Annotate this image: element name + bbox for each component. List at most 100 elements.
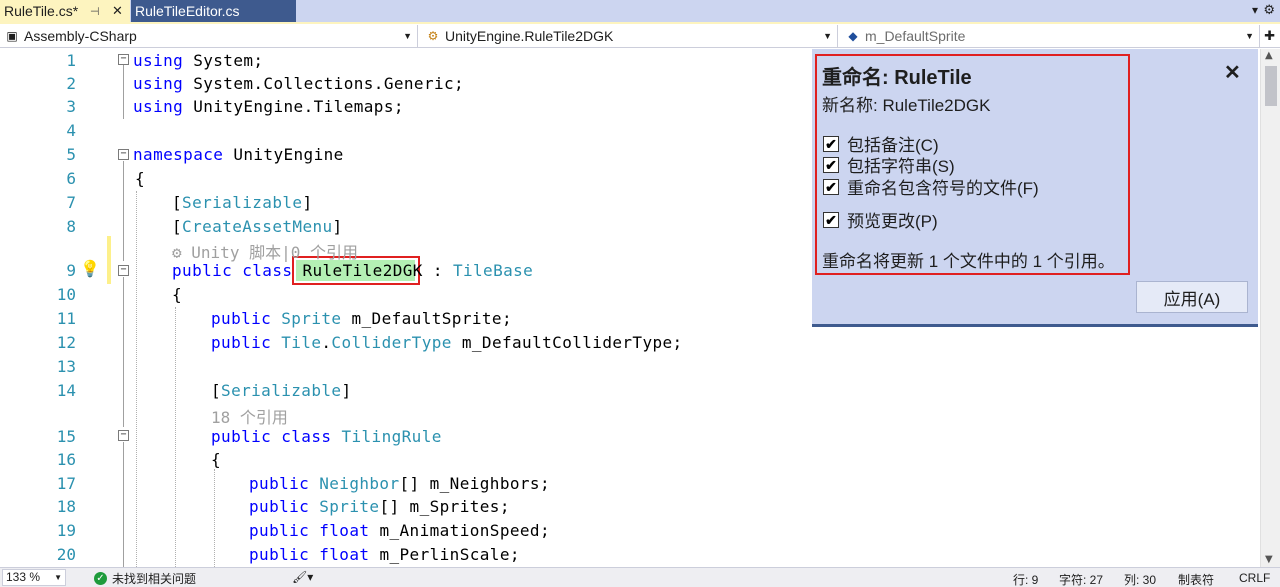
code-line: [Serializable] (172, 193, 313, 212)
code-line: public class TilingRule (211, 427, 442, 446)
code-line: using System.Collections.Generic; (133, 74, 465, 93)
fold-icon[interactable]: − (118, 430, 129, 441)
brush-icon[interactable]: 🖌▾ (292, 570, 313, 584)
dropdown-icon[interactable]: ▾ (1252, 3, 1258, 17)
project-dropdown[interactable]: ▣ Assembly-CSharp ▼ (0, 25, 418, 47)
chevron-down-icon: ▼ (823, 31, 832, 41)
indent-guide (175, 307, 176, 567)
line-number: 1 (66, 51, 76, 70)
line-number: 19 (56, 521, 76, 540)
gear-icon[interactable]: ⚙ (1263, 3, 1275, 18)
line-number: 17 (56, 474, 76, 493)
unity-icon: ⚙ (172, 243, 182, 262)
close-icon[interactable]: ✕ (1224, 60, 1241, 85)
checkmark-icon[interactable]: ✔ (823, 211, 839, 228)
member-dropdown[interactable]: ◆ m_DefaultSprite ▼ (841, 25, 1260, 47)
code-line: { (211, 450, 222, 469)
scroll-up-icon[interactable]: ▲ (1265, 50, 1273, 61)
column-indicator: 列: 30 (1124, 573, 1157, 587)
scrollbar-thumb[interactable] (1265, 66, 1277, 106)
preview-changes-option[interactable]: ✔ 预览更改(P) (823, 207, 938, 232)
option-label: 重命名包含符号的文件(F) (847, 179, 1039, 198)
tab-label: RuleTileEditor.cs (135, 3, 240, 19)
line-number: 3 (66, 97, 76, 116)
outline-bar (123, 161, 124, 261)
code-line: public Tile.ColliderType m_DefaultCollid… (211, 333, 683, 352)
fold-icon[interactable]: − (118, 149, 129, 160)
line-number: 10 (56, 285, 76, 304)
line-number: 13 (56, 357, 76, 376)
project-icon: ▣ (6, 29, 18, 43)
checkmark-icon[interactable]: ✔ (823, 135, 839, 152)
close-icon[interactable]: ✕ (112, 3, 123, 19)
split-icon[interactable]: ✚ (1264, 28, 1275, 44)
indent-guide (214, 469, 215, 567)
rename-summary: 重命名将更新 1 个文件中的 1 个引用。 (822, 252, 1115, 271)
code-line: public float m_PerlinScale; (249, 545, 520, 564)
code-line: public Neighbor[] m_Neighbors; (249, 474, 550, 493)
field-icon: ◆ (848, 29, 858, 43)
chevron-down-icon: ▼ (54, 573, 62, 582)
checkmark-icon[interactable]: ✔ (823, 178, 839, 195)
document-tab-strip: RuleTile.cs* ⊣ ✕ RuleTileEditor.cs ▾ ⚙ (0, 0, 1280, 24)
line-number: 16 (56, 450, 76, 469)
vertical-scrollbar[interactable]: ▲ ▼ (1260, 49, 1280, 567)
line-number: 7 (66, 193, 76, 212)
type-dropdown[interactable]: ⚙ UnityEngine.RuleTile2DGK ▼ (421, 25, 838, 47)
line-number: 2 (66, 74, 76, 93)
line-number: 15 (56, 427, 76, 446)
type-name: UnityEngine.RuleTile2DGK (445, 28, 614, 44)
outline-bar (123, 442, 124, 567)
option-label: 预览更改(P) (847, 212, 938, 231)
tab-indicator[interactable]: 制表符 (1178, 571, 1214, 587)
fold-icon[interactable]: − (118, 265, 129, 276)
tab-ruletileeditor-cs[interactable]: RuleTileEditor.cs (131, 0, 296, 22)
code-line: public float m_AnimationSpeed; (249, 521, 550, 540)
line-number: 12 (56, 333, 76, 352)
zoom-dropdown[interactable]: 133 % ▼ (2, 569, 66, 586)
pin-icon[interactable]: ⊣ (90, 5, 100, 18)
line-number: 6 (66, 169, 76, 188)
tab-label: RuleTile.cs* (4, 3, 79, 19)
code-line: { (172, 285, 183, 304)
line-number: 18 (56, 497, 76, 516)
indent-guide (136, 191, 137, 567)
rename-panel: 重命名: RuleTile 新名称: RuleTile2DGK ✕ ✔ 包括备注… (812, 49, 1258, 327)
code-line: public class RuleTile2DGK : TileBase (172, 261, 534, 280)
code-line: using UnityEngine.Tilemaps; (133, 97, 404, 116)
navigation-bar: ▣ Assembly-CSharp ▼ ⚙ UnityEngine.RuleTi… (0, 24, 1280, 48)
issues-text: 未找到相关问题 (112, 572, 197, 586)
codelens-references[interactable]: 18 个引用 (211, 404, 288, 428)
line-ending-indicator[interactable]: CRLF (1239, 571, 1270, 585)
line-number: 20 (56, 545, 76, 564)
code-line: [CreateAssetMenu] (172, 217, 343, 236)
line-number: 9 (66, 261, 76, 280)
apply-button[interactable]: 应用(A) (1136, 281, 1248, 313)
outline-bar (123, 63, 124, 119)
lightbulb-icon[interactable]: 💡 (80, 259, 100, 278)
code-line: public Sprite m_DefaultSprite; (211, 309, 512, 328)
char-indicator: 字符: 27 (1059, 573, 1104, 587)
line-number: 8 (66, 217, 76, 236)
line-number: 4 (66, 121, 76, 140)
code-line: using System; (133, 51, 264, 70)
code-line: namespace UnityEngine (133, 145, 344, 164)
line-number: 14 (56, 381, 76, 400)
check-circle-icon: ✓ (94, 572, 107, 585)
chevron-down-icon: ▼ (403, 31, 412, 41)
zoom-level: 133 % (6, 570, 41, 584)
code-line: { (135, 169, 146, 188)
tab-ruletile-cs[interactable]: RuleTile.cs* ⊣ ✕ (0, 0, 130, 22)
issues-indicator[interactable]: ✓ 未找到相关问题 (94, 570, 196, 587)
rename-new-name: 新名称: RuleTile2DGK (822, 96, 991, 115)
scroll-down-icon[interactable]: ▼ (1265, 554, 1273, 565)
rename-file-option[interactable]: ✔ 重命名包含符号的文件(F) (823, 174, 1039, 199)
fold-icon[interactable]: − (118, 54, 129, 65)
outline-bar (123, 277, 124, 427)
codelens-references[interactable]: ⚙ Unity 脚本|0 个引用 (172, 239, 358, 263)
line-number: 5 (66, 145, 76, 164)
code-line: [Serializable] (211, 381, 352, 400)
change-marker (107, 236, 111, 284)
line-number: 11 (56, 309, 76, 328)
checkmark-icon[interactable]: ✔ (823, 156, 839, 173)
